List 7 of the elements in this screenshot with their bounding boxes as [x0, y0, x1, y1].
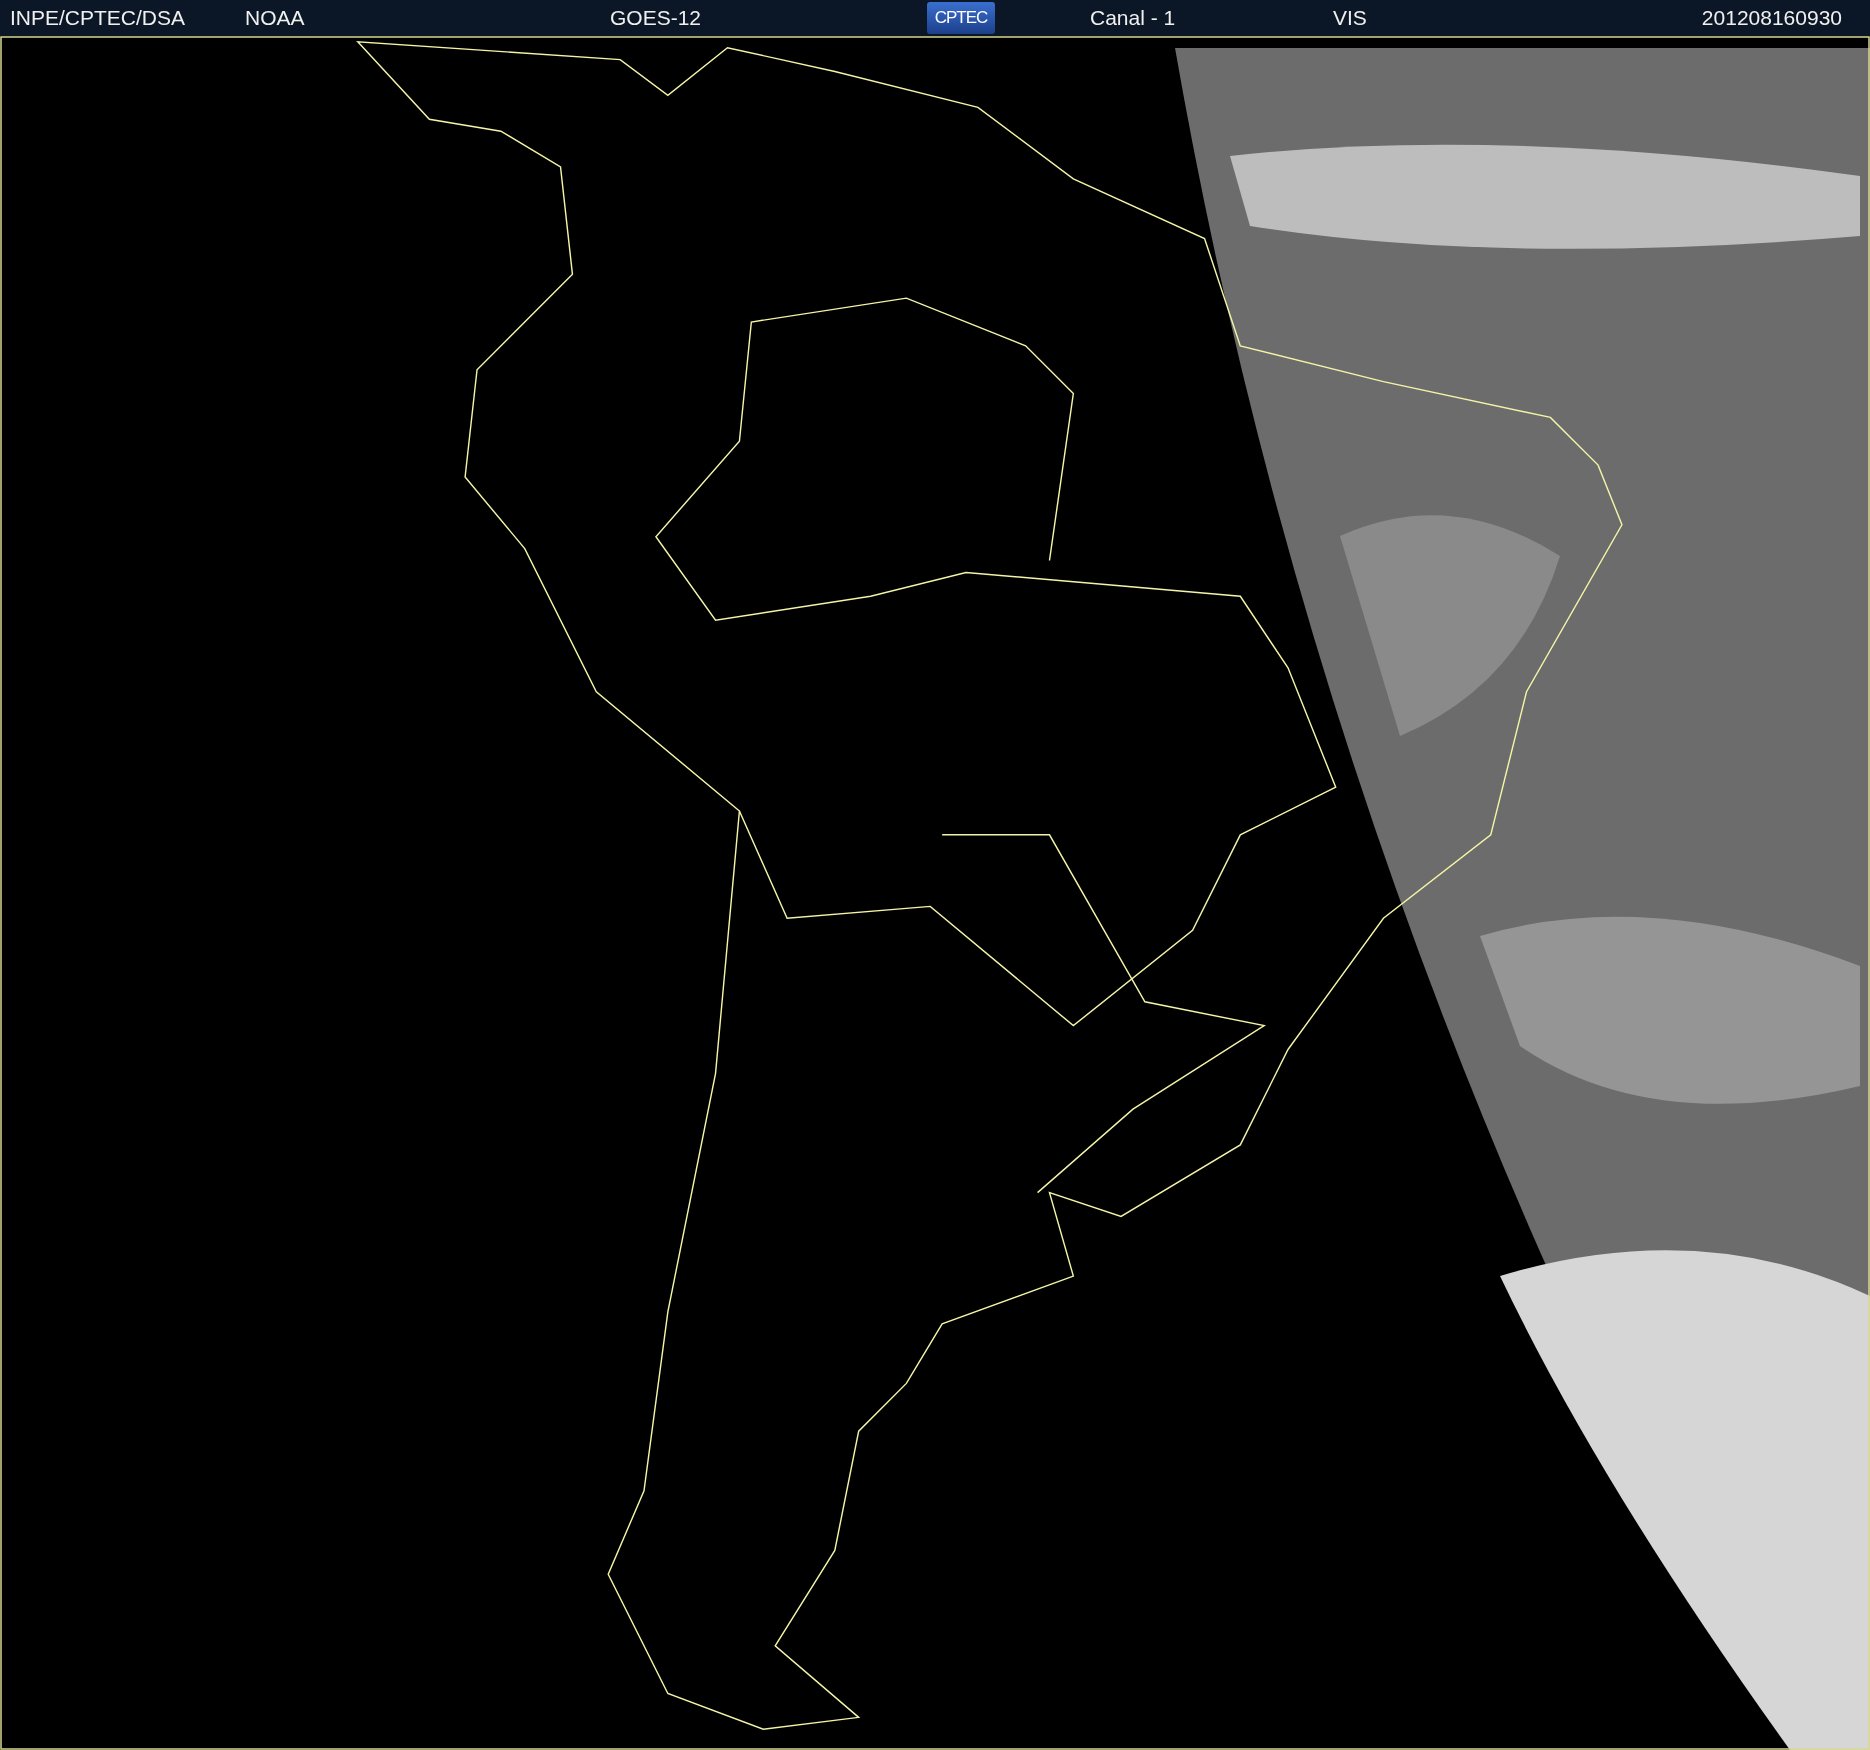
timestamp-label: 201208160930 [1701, 5, 1843, 32]
logo: CPTEC [927, 2, 995, 34]
source-label: NOAA [245, 5, 306, 32]
satellite-label: GOES-12 [610, 5, 703, 32]
channel-label: Canal - 1 [1090, 5, 1177, 32]
agency-label: INPE/CPTEC/DSA [10, 5, 187, 32]
band-label: VIS [1333, 5, 1367, 32]
